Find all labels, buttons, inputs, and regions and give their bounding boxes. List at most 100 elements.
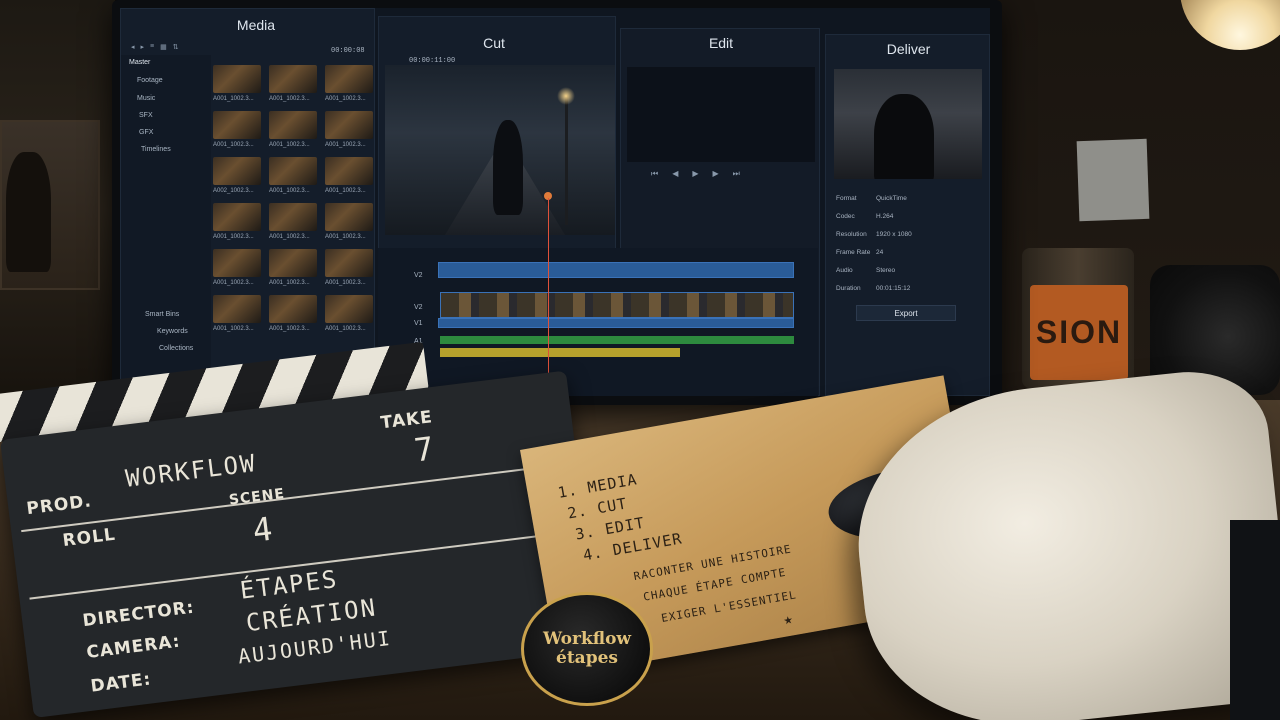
audio-track-a2[interactable] (440, 348, 680, 357)
smart-bins-header[interactable]: Smart Bins (145, 311, 179, 318)
clip-thumbnail[interactable] (325, 249, 373, 277)
track-label: V2 (414, 304, 423, 311)
bin-gfx[interactable]: GFX (139, 129, 153, 136)
smart-bin-keywords[interactable]: Keywords (157, 328, 188, 335)
smart-bin-collections[interactable]: Collections (159, 345, 193, 352)
media-toolbar: ◂ ▸ ≡ ▦ ⇅ (131, 43, 179, 51)
timeline: V2 V2 V1 A1 A2 A3 (378, 248, 818, 396)
clip-thumbnail[interactable] (213, 203, 261, 231)
spec-value[interactable]: 24 (876, 249, 883, 256)
bin-music[interactable]: Music (137, 95, 155, 102)
edit-transport: ⏮ ◀ ▶ ▶ ⏭ (651, 169, 740, 179)
clap-prod-label: PROD. (25, 491, 93, 520)
clap-roll-label: ROLL (61, 524, 117, 552)
edit-skip-forward-icon[interactable]: ⏭ (733, 169, 740, 179)
clip-name: A001_1002.3... (325, 280, 366, 286)
editing-app-screen: Media ◂ ▸ ≡ ▦ ⇅ 00:00:08 Master Footage … (120, 8, 990, 396)
timeline-clip-v1[interactable] (438, 318, 794, 328)
edit-skip-back-icon[interactable]: ⏮ (651, 169, 658, 179)
clip-thumbnail[interactable] (325, 203, 373, 231)
badge-line-2: étapes (556, 648, 618, 668)
clip-thumbnail[interactable] (269, 249, 317, 277)
bin-master[interactable]: Master (129, 59, 150, 66)
spec-value[interactable]: 00:01:15:12 (876, 285, 910, 292)
bin-timelines[interactable]: Timelines (141, 146, 171, 153)
spec-key: Resolution (836, 231, 867, 238)
playhead[interactable] (548, 198, 549, 378)
clip-thumbnail[interactable] (325, 157, 373, 185)
clip-name: A002_1002.3... (213, 188, 254, 194)
bin-footage[interactable]: Footage (137, 77, 163, 84)
edit-forward-icon[interactable]: ▶ (713, 169, 719, 179)
badge-line-1: Workflow (542, 629, 632, 650)
back-icon[interactable]: ◂ (131, 43, 135, 51)
edit-play-icon[interactable]: ▶ (692, 169, 698, 179)
deliver-panel: Deliver Format QuickTime Codec H.264 Res… (825, 34, 990, 396)
clip-thumbnail[interactable] (269, 203, 317, 231)
clip-name: A001_1002.3... (325, 188, 366, 194)
spec-key: Codec (836, 213, 855, 220)
clip-thumbnail[interactable] (269, 111, 317, 139)
sort-icon[interactable]: ⇅ (173, 43, 179, 51)
clap-date-label: DATE: (89, 669, 153, 697)
cut-viewer[interactable] (385, 65, 615, 235)
viewer-lamppost (565, 95, 568, 225)
clip-thumbnail[interactable] (269, 65, 317, 93)
clip-name: A001_1002.3... (325, 142, 366, 148)
clip-thumbnail[interactable] (213, 111, 261, 139)
audio-track-a1[interactable] (440, 336, 690, 344)
bin-list: Master Footage Music SFX GFX Timelines S… (121, 55, 211, 396)
cut-timecode: 00:00:11:00 (409, 57, 456, 65)
bin-sfx[interactable]: SFX (139, 112, 153, 119)
clip-name: A001_1002.3... (213, 96, 254, 102)
spec-value[interactable]: H.264 (876, 213, 893, 220)
timeline-video-track[interactable] (440, 292, 794, 318)
framed-photo (0, 120, 100, 290)
clip-thumbnail[interactable] (213, 249, 261, 277)
clip-thumbnail[interactable] (213, 295, 261, 323)
clip-name: A001_1002.3... (269, 280, 310, 286)
clap-director-label: DIRECTOR: (81, 597, 196, 632)
spec-audio: Audio Stereo (836, 267, 976, 274)
timeline-clip-v2[interactable] (438, 262, 794, 278)
clip-thumbnail[interactable] (325, 65, 373, 93)
workflow-badge: Workflow étapes (521, 592, 653, 706)
clip-thumbnail[interactable] (213, 157, 261, 185)
cut-panel-title: Cut (483, 35, 505, 51)
clip-thumbnail[interactable] (325, 295, 373, 323)
spec-value[interactable]: Stereo (876, 267, 895, 274)
grid-view-icon[interactable]: ▦ (160, 43, 167, 51)
spec-frame-rate: Frame Rate 24 (836, 249, 976, 256)
media-panel: Media ◂ ▸ ≡ ▦ ⇅ 00:00:08 Master Footage … (120, 8, 375, 396)
list-view-icon[interactable]: ≡ (150, 43, 154, 51)
shelf-card (1076, 138, 1150, 222)
clip-name: A001_1002.3... (213, 142, 254, 148)
star-icon: ★ (781, 609, 795, 629)
clip-name: A001_1002.3... (213, 234, 254, 240)
spec-value[interactable]: 1920 x 1080 (876, 231, 912, 238)
clip-thumbnail[interactable] (269, 157, 317, 185)
spec-resolution: Resolution 1920 x 1080 (836, 231, 976, 238)
film-tin-label: SION (1030, 285, 1128, 380)
forward-icon[interactable]: ▸ (141, 43, 145, 51)
clap-take-value: 7 (412, 429, 438, 470)
clip-name: A001_1002.3... (213, 326, 254, 332)
track-label: V1 (414, 320, 423, 327)
edit-panel-title: Edit (708, 35, 734, 51)
clip-name: A001_1002.3... (269, 142, 310, 148)
spec-key: Frame Rate (836, 249, 871, 256)
clip-thumbnail[interactable] (213, 65, 261, 93)
viewer-figure (493, 120, 523, 215)
clip-thumbnail[interactable] (269, 295, 317, 323)
note-step: 1. MEDIA (556, 470, 639, 502)
clip-thumbnail[interactable] (325, 111, 373, 139)
edit-viewer[interactable] (627, 67, 815, 162)
clap-camera-label: CAMERA: (85, 631, 182, 663)
audio-track-a1-b[interactable] (690, 336, 794, 344)
spec-duration: Duration 00:01:15:12 (836, 285, 976, 292)
export-button[interactable]: Export (856, 305, 956, 321)
spec-value[interactable]: QuickTime (876, 195, 907, 202)
clip-name: A001_1002.3... (213, 280, 254, 286)
clap-divider (21, 463, 563, 533)
edit-back-icon[interactable]: ◀ (672, 169, 678, 179)
